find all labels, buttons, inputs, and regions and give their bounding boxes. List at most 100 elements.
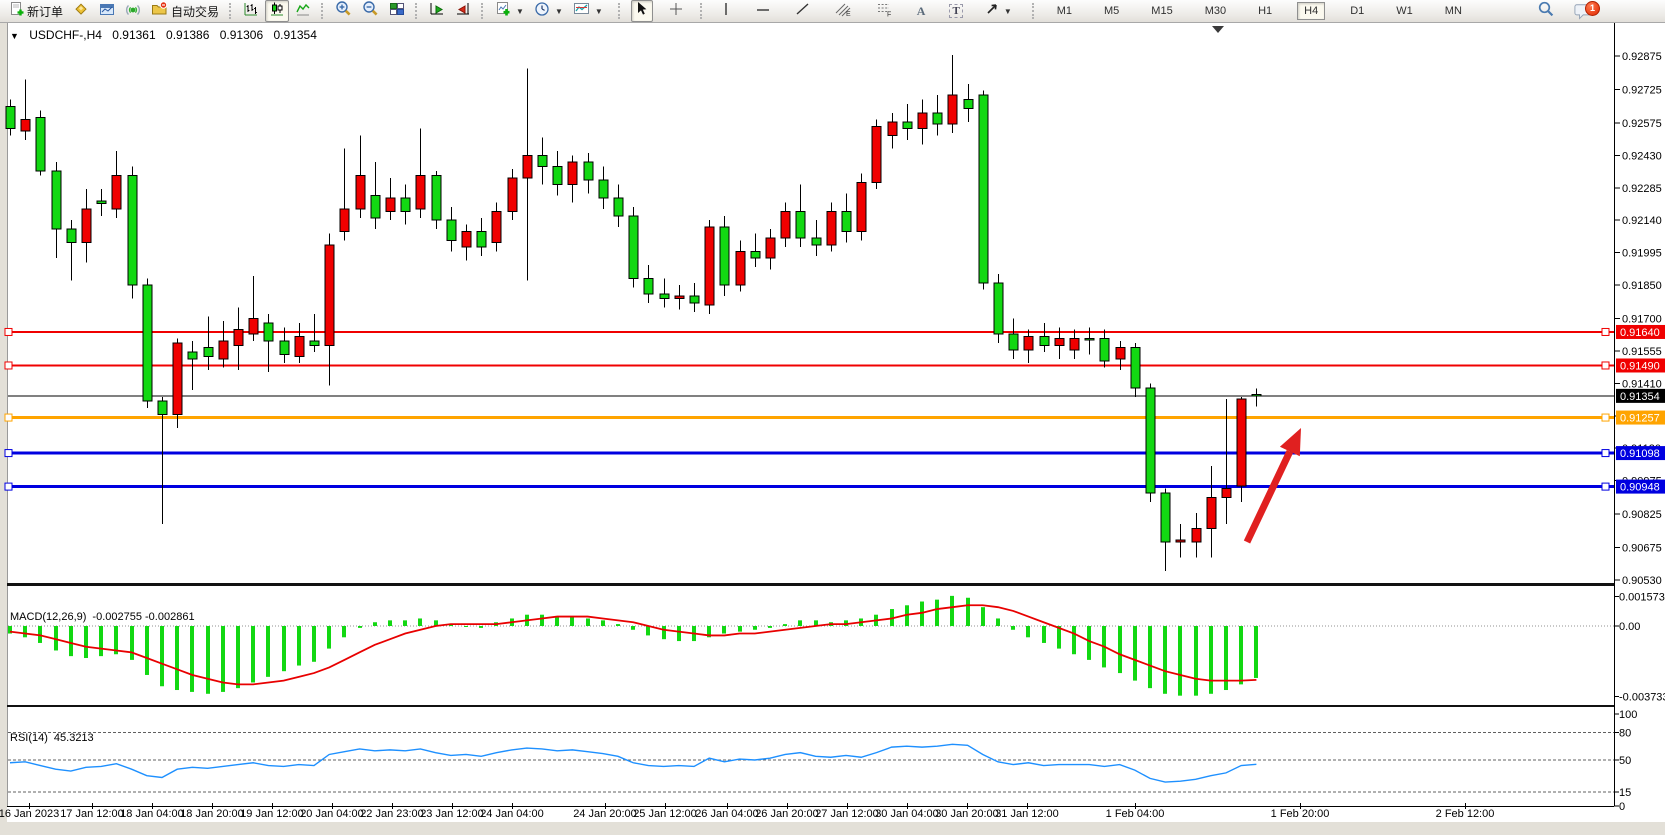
macd-bar	[130, 626, 134, 660]
svg-text:0.001573: 0.001573	[1619, 591, 1665, 603]
timeframe-MN[interactable]: MN	[1438, 2, 1469, 20]
candle	[553, 167, 562, 185]
timeframe-M30[interactable]: M30	[1198, 2, 1233, 20]
profiles-dropdown[interactable]: ▼	[530, 0, 567, 22]
macd-bar	[1118, 626, 1122, 673]
svg-text:E: E	[846, 11, 851, 17]
tile-windows-button[interactable]	[385, 0, 409, 22]
cursor-icon	[635, 1, 649, 21]
macd-bar	[555, 617, 559, 626]
svg-text:0.90530: 0.90530	[1622, 575, 1662, 587]
clock-icon	[534, 1, 550, 22]
candle	[827, 211, 836, 245]
svg-text:23 Jan 12:00: 23 Jan 12:00	[420, 808, 484, 820]
macd-bar	[1178, 626, 1182, 696]
candle	[781, 211, 790, 238]
chevron-down-icon: ▼	[516, 7, 524, 16]
candle	[97, 201, 106, 203]
auto-trading-button[interactable]: 自动交易	[147, 0, 223, 22]
arrows-dropdown[interactable]: ▼	[981, 0, 1016, 22]
candle	[675, 296, 684, 298]
timeframe-M5[interactable]: M5	[1097, 2, 1126, 20]
macd-bar	[1148, 626, 1152, 688]
timeframe-group: M1 M5 M15 M30 H1 H4 D1 W1 MN	[1041, 2, 1478, 20]
macd-bar	[662, 626, 666, 639]
cursor-tool-button[interactable]	[631, 0, 653, 22]
candle	[1252, 394, 1261, 396]
candle	[584, 162, 593, 180]
candle	[1161, 493, 1170, 542]
candle	[52, 171, 61, 229]
crosshair-tool-button[interactable]	[664, 0, 688, 22]
macd-bar	[479, 626, 483, 628]
text-tool[interactable]: A	[913, 0, 930, 22]
fibonacci-tool[interactable]: F	[872, 0, 897, 22]
candle	[857, 182, 866, 231]
toolbar-grip	[481, 3, 485, 19]
svg-text:26 Jan 04:00: 26 Jan 04:00	[695, 808, 759, 820]
market-watch-button[interactable]	[69, 0, 93, 22]
text-label-tool[interactable]: T	[945, 0, 966, 22]
timeframe-D1[interactable]: D1	[1343, 2, 1371, 20]
candle	[720, 227, 729, 285]
candle	[401, 198, 410, 211]
timeframe-H4[interactable]: H4	[1297, 2, 1325, 20]
candle	[447, 220, 456, 240]
candle	[812, 238, 821, 245]
bar-chart-button[interactable]	[239, 0, 263, 22]
macd-bar	[1194, 626, 1198, 696]
search-button[interactable]	[1533, 1, 1559, 23]
search-icon	[1537, 0, 1555, 23]
macd-bar	[798, 620, 802, 626]
toolbar-grip	[618, 3, 622, 19]
chart-shift-button[interactable]	[451, 0, 475, 22]
trendline-tool[interactable]	[791, 0, 815, 22]
chart-expander-icon[interactable]: ▼	[10, 31, 19, 41]
zoom-out-button[interactable]	[358, 0, 383, 22]
candle	[158, 401, 167, 414]
arrow-objects-icon	[985, 2, 999, 21]
candle	[356, 176, 365, 210]
horizontal-line-tool[interactable]	[751, 0, 775, 22]
svg-text:2 Feb 12:00: 2 Feb 12:00	[1436, 808, 1495, 820]
svg-text:0.90675: 0.90675	[1622, 543, 1662, 555]
new-order-button[interactable]: 新订单	[5, 0, 67, 22]
timeframe-M1[interactable]: M1	[1050, 2, 1079, 20]
candle	[340, 209, 349, 231]
svg-text:-0.003733: -0.003733	[1619, 691, 1665, 703]
equidistant-channel-tool[interactable]: E	[831, 0, 856, 22]
notifications-button[interactable]: 1	[1570, 1, 1602, 23]
svg-text:22 Jan 23:00: 22 Jan 23:00	[360, 808, 424, 820]
timeframe-W1[interactable]: W1	[1389, 2, 1420, 20]
macd-bar	[327, 626, 331, 649]
macd-bar	[738, 626, 742, 632]
svg-text:31 Jan 12:00: 31 Jan 12:00	[995, 808, 1059, 820]
chevron-down-icon: ▼	[595, 7, 603, 16]
line-chart-button[interactable]	[291, 0, 315, 22]
candle	[979, 95, 988, 283]
timeframe-H1[interactable]: H1	[1251, 2, 1279, 20]
candlestick-chart-icon	[269, 1, 285, 22]
macd-bar	[1026, 626, 1030, 637]
candle	[295, 336, 304, 356]
candlestick-chart-button[interactable]	[265, 0, 289, 22]
new-chart-dropdown[interactable]: ▼	[491, 0, 528, 22]
macd-bar	[996, 618, 1000, 626]
candle	[644, 278, 653, 294]
auto-scroll-button[interactable]	[425, 0, 449, 22]
macd-bar	[145, 626, 149, 675]
macd-bar	[342, 626, 346, 637]
indicators-dropdown[interactable]: ▼	[569, 0, 607, 22]
candle	[6, 106, 15, 128]
price-chart-canvas[interactable]: 0.928750.927250.925750.924300.922850.921…	[0, 23, 1665, 835]
svg-text:0.91257: 0.91257	[1620, 413, 1660, 425]
svg-text:25 Jan 12:00: 25 Jan 12:00	[633, 808, 697, 820]
timeframe-M15[interactable]: M15	[1144, 2, 1179, 20]
vertical-line-tool[interactable]	[717, 0, 735, 22]
chart-shift-icon	[455, 1, 471, 22]
data-window-button[interactable]	[95, 0, 119, 22]
navigator-button[interactable]	[121, 0, 145, 22]
macd-bar	[677, 626, 681, 641]
macd-bar	[23, 626, 27, 637]
zoom-in-button[interactable]	[331, 0, 356, 22]
